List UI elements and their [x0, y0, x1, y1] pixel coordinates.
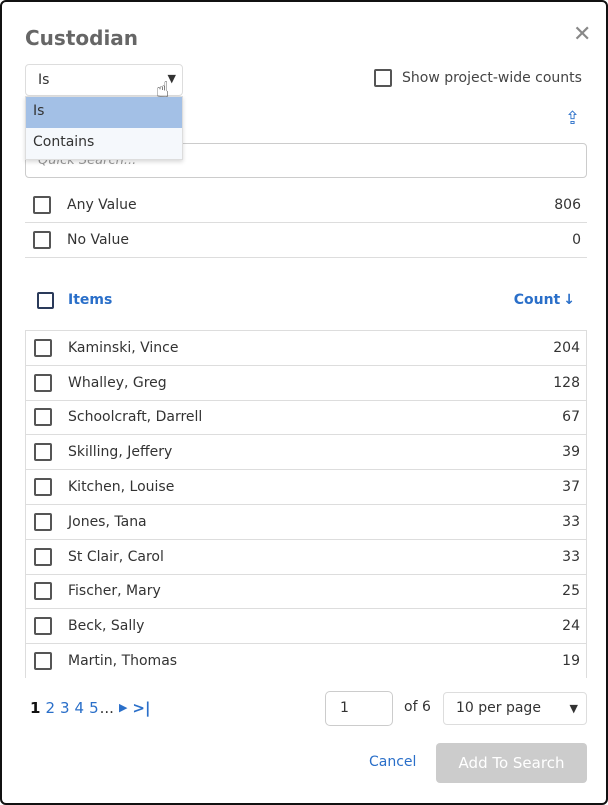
arrow-down-icon: ↓: [563, 292, 575, 308]
show-project-wide-toggle[interactable]: Show project-wide counts: [374, 69, 582, 87]
select-all-checkbox[interactable]: [37, 291, 54, 309]
checkbox[interactable]: [34, 338, 52, 357]
item-count: 128: [553, 374, 580, 391]
page-number-input[interactable]: 1: [325, 691, 393, 726]
item-label: Whalley, Greg: [68, 374, 167, 391]
dialog-title: Custodian: [25, 26, 139, 50]
item-label: Kaminski, Vince: [68, 339, 179, 356]
list-header: Items Count ↓: [25, 284, 587, 316]
item-label: Jones, Tana: [68, 513, 147, 530]
row-count: 806: [554, 197, 581, 213]
item-label: Skilling, Jeffery: [68, 444, 173, 461]
item-label: Martin, Thomas: [68, 653, 178, 670]
page-count: of 6: [404, 699, 431, 715]
list-item[interactable]: Fischer, Mary 25: [26, 575, 586, 610]
custodian-filter-dialog: Custodian ✕ Is ▼ Is Contains ☝ Show proje…: [0, 0, 608, 805]
per-page-select[interactable]: 10 per page ▼: [443, 692, 587, 725]
export-icon[interactable]: ⇪: [565, 108, 580, 129]
last-page-icon[interactable]: >|: [132, 699, 150, 717]
list-item[interactable]: Skilling, Jeffery 39: [26, 435, 586, 471]
item-count: 33: [562, 513, 580, 530]
show-project-wide-label: Show project-wide counts: [402, 70, 582, 86]
checkbox[interactable]: [34, 547, 52, 566]
list-item[interactable]: St Clair, Carol 33: [26, 540, 586, 575]
hand-cursor-icon: ☝: [156, 78, 170, 103]
checkbox[interactable]: [33, 231, 51, 249]
list-item[interactable]: Schoolcraft, Darrell 67: [26, 401, 586, 436]
caret-down-icon: ▼: [569, 702, 578, 715]
operator-value: Is: [38, 72, 50, 88]
items-header[interactable]: Items: [68, 292, 514, 308]
checkbox[interactable]: [34, 617, 52, 636]
item-label: Beck, Sally: [68, 618, 145, 635]
list-item[interactable]: Martin, Thomas 19: [26, 644, 586, 678]
pagination: 1 2 3 4 5 ... ▶ >|: [30, 699, 150, 717]
checkbox[interactable]: [34, 443, 52, 462]
page-link[interactable]: 1: [30, 699, 40, 717]
item-count: 33: [562, 548, 580, 565]
item-count: 204: [553, 339, 580, 356]
checkbox[interactable]: [34, 408, 52, 427]
cancel-button[interactable]: Cancel: [369, 754, 416, 770]
checkbox[interactable]: [34, 582, 52, 601]
page-link[interactable]: 4: [75, 699, 85, 717]
items-list: Kaminski, Vince 204 Whalley, Greg 128 School…: [25, 330, 587, 678]
item-label: Kitchen, Louise: [68, 479, 175, 496]
add-to-search-button[interactable]: Add To Search: [436, 743, 587, 783]
item-label: Schoolcraft, Darrell: [68, 409, 203, 426]
checkbox[interactable]: [33, 196, 51, 214]
item-count: 67: [562, 409, 580, 426]
row-count: 0: [572, 232, 581, 248]
list-item[interactable]: Kitchen, Louise 37: [26, 470, 586, 505]
checkbox[interactable]: [34, 373, 52, 392]
checkbox[interactable]: [34, 478, 52, 497]
item-count: 24: [562, 618, 580, 635]
operator-menu: Is Contains: [25, 96, 183, 160]
list-item[interactable]: Whalley, Greg 128: [26, 366, 586, 401]
checkbox[interactable]: [34, 512, 52, 531]
list-item[interactable]: Beck, Sally 24: [26, 609, 586, 645]
item-label: St Clair, Carol: [68, 548, 164, 565]
no-value-row[interactable]: No Value 0: [25, 223, 587, 258]
page-link[interactable]: 5: [89, 699, 99, 717]
item-count: 39: [562, 444, 580, 461]
page-link[interactable]: 3: [60, 699, 70, 717]
item-count: 37: [562, 479, 580, 496]
list-item[interactable]: Jones, Tana 33: [26, 505, 586, 540]
list-item[interactable]: Kaminski, Vince 204: [26, 331, 586, 366]
checkbox[interactable]: [374, 69, 392, 87]
page-link[interactable]: 2: [45, 699, 55, 717]
next-page-icon[interactable]: ▶: [119, 699, 127, 717]
ellipsis: ...: [99, 699, 114, 717]
option-contains[interactable]: Contains: [26, 128, 182, 159]
row-label: No Value: [67, 232, 129, 248]
item-count: 25: [562, 583, 580, 600]
item-count: 19: [562, 653, 580, 670]
per-page-value: 10 per page: [456, 700, 541, 716]
checkbox[interactable]: [34, 652, 52, 671]
count-sort-header[interactable]: Count: [514, 292, 561, 308]
close-icon[interactable]: ✕: [573, 22, 591, 47]
row-label: Any Value: [67, 197, 137, 213]
any-value-row[interactable]: Any Value 806: [25, 188, 587, 223]
item-label: Fischer, Mary: [68, 583, 161, 600]
